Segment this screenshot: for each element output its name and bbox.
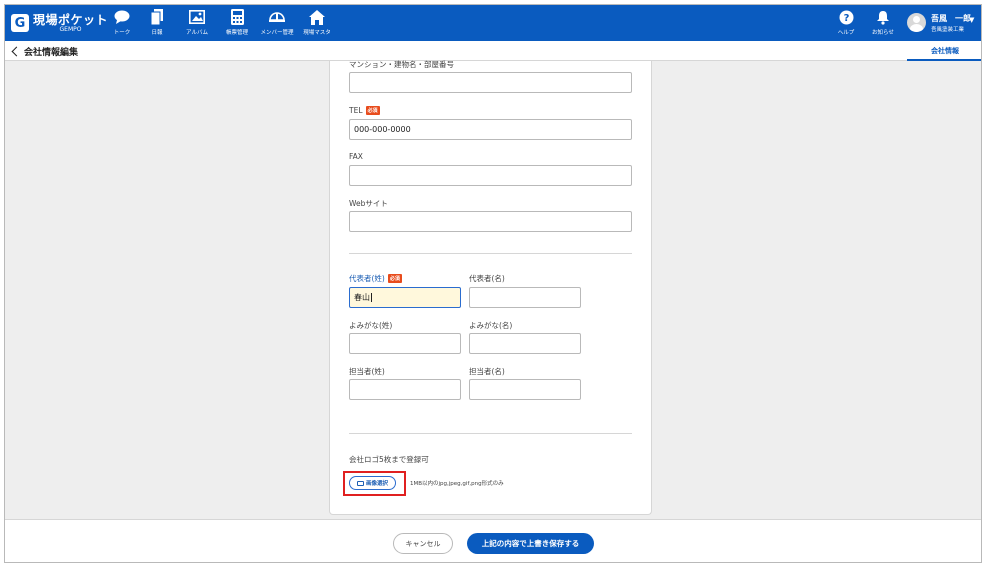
user-name[interactable]: 吾風 一郎 (931, 13, 971, 24)
staff-last-name-label: 担当者(姓) (349, 367, 385, 376)
svg-text:?: ? (843, 13, 849, 24)
nav-item-member-management[interactable]: メンバー管理 (256, 9, 298, 39)
nav-item-daily-report[interactable]: 日報 (136, 9, 178, 39)
staff-last-name-input[interactable] (349, 379, 461, 400)
calculator-icon (228, 9, 246, 25)
mansion-input[interactable] (349, 72, 632, 93)
nav-item-label: トーク (113, 30, 131, 36)
footer-bar: キャンセル 上記の内容で上書き保存する (5, 519, 981, 562)
nav-item-form-management[interactable]: 帳票管理 (216, 9, 258, 39)
save-button[interactable]: 上記の内容で上書き保存する (467, 533, 594, 554)
tel-input[interactable]: 000-000-0000 (349, 119, 632, 140)
app-window: G 現場ポケット GEMPO トーク 日報 アルバム 帳票管理 メンバー管理 現… (4, 4, 982, 563)
staff-first-name-input[interactable] (469, 379, 581, 400)
bell-icon (874, 9, 892, 25)
staff-first-name-label: 担当者(名) (469, 367, 505, 376)
house-icon (308, 9, 326, 25)
back-button[interactable]: 会社情報編集 (11, 45, 78, 58)
fax-label: FAX (349, 152, 363, 161)
cancel-button[interactable]: キャンセル (393, 533, 453, 554)
mansion-label: マンション・建物名・部屋番号 (349, 60, 454, 69)
help-icon: ? (837, 9, 855, 25)
chat-bubble-icon (113, 9, 131, 25)
user-company: 吾風塗装工業 (931, 27, 965, 33)
helmet-icon (268, 9, 286, 25)
logo-subtitle: GEMPO (59, 25, 82, 33)
help-button[interactable]: ? ヘルプ (825, 9, 867, 39)
tab-company-info[interactable]: 会社情報 (907, 41, 981, 61)
nav-item-label: メンバー管理 (260, 30, 294, 36)
nav-item-label: 帳票管理 (225, 30, 248, 36)
select-image-button[interactable]: 画像選択 (349, 476, 396, 490)
document-icon (148, 9, 166, 25)
yomi-last-name-input[interactable] (349, 333, 461, 354)
fax-input[interactable] (349, 165, 632, 186)
top-navigation-bar: G 現場ポケット GEMPO トーク 日報 アルバム 帳票管理 メンバー管理 現… (5, 5, 981, 41)
rep-first-name-input[interactable] (469, 287, 581, 308)
notifications-button[interactable]: お知らせ (862, 9, 904, 39)
chevron-left-icon (11, 46, 22, 57)
text-cursor (371, 293, 372, 302)
sub-header: 会社情報編集 会社情報 (5, 41, 981, 61)
nav-item-site-master[interactable]: 現場マスタ (296, 9, 338, 39)
required-badge: 必須 (365, 106, 380, 115)
nav-item-label: 日報 (151, 30, 163, 36)
rep-last-name-label: 代表者(姓) 必須 (349, 274, 402, 283)
app-logo[interactable]: G 現場ポケット GEMPO (11, 11, 108, 35)
image-icon (356, 480, 364, 486)
tel-label: TEL 必須 (349, 106, 380, 115)
nav-item-album[interactable]: アルバム (176, 9, 218, 39)
user-menu-caret-icon[interactable]: ▼ (969, 16, 974, 24)
page-title: 会社情報編集 (24, 48, 79, 58)
help-label: ヘルプ (837, 30, 855, 36)
nav-item-label: 現場マスタ (303, 30, 331, 36)
company-logo-note: 会社ロゴ5枚まで登録可 (349, 455, 429, 464)
website-input[interactable] (349, 211, 632, 232)
rep-first-name-label: 代表者(名) (469, 274, 505, 283)
section-divider (349, 433, 632, 434)
yomi-first-name-label: よみがな(名) (469, 321, 513, 330)
logo-title: 現場ポケット (33, 12, 109, 27)
notifications-label: お知らせ (872, 30, 894, 36)
nav-item-label: アルバム (186, 30, 208, 36)
yomi-last-name-label: よみがな(姓) (349, 321, 393, 330)
yomi-first-name-input[interactable] (469, 333, 581, 354)
user-avatar[interactable] (907, 13, 926, 32)
rep-last-name-input[interactable]: 春山 (349, 287, 461, 308)
section-divider (349, 253, 632, 254)
required-badge: 必須 (387, 274, 402, 283)
website-label: Webサイト (349, 199, 388, 208)
image-format-hint: 1MB以内のjpg,jpeg,gif,png形式のみ (410, 481, 504, 487)
photo-album-icon (188, 9, 206, 25)
logo-mark-icon: G (11, 14, 29, 32)
